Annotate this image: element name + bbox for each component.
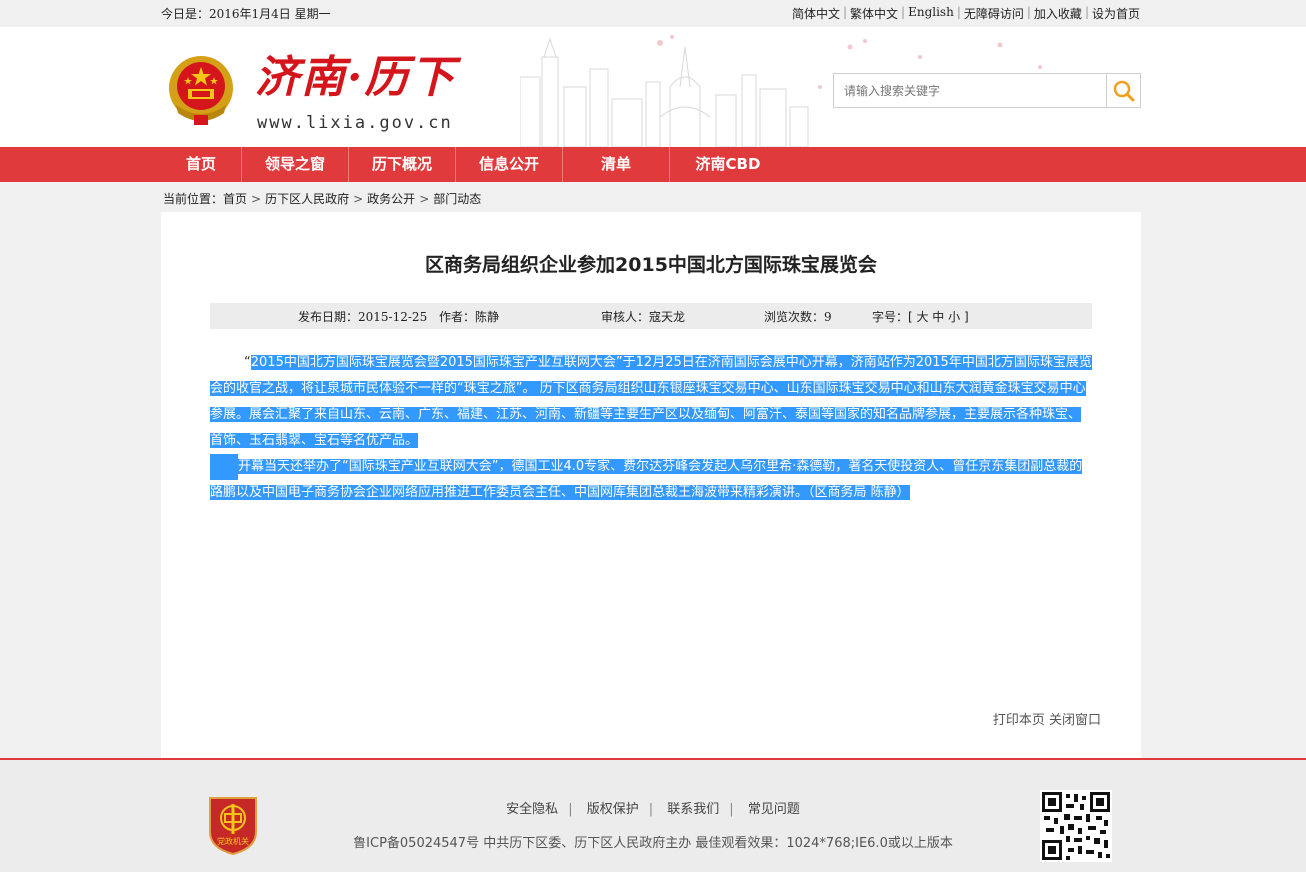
site-logo-url: www.lixia.gov.cn	[257, 113, 453, 133]
search-icon	[1113, 80, 1135, 102]
breadcrumb-label: 当前位置：	[163, 192, 224, 206]
chevron-right-icon: >	[419, 191, 430, 206]
print-page-link[interactable]: 打印本页	[993, 713, 1045, 728]
site-logo-title[interactable]: 济南·历下	[255, 41, 456, 105]
chevron-right-icon: >	[353, 191, 364, 206]
publish-date: 发布日期：2015-12-25	[298, 310, 428, 324]
search-button[interactable]	[1106, 74, 1140, 107]
font-size-control[interactable]: 字号：[ 大 中 小 ]	[872, 308, 969, 325]
close-window-link[interactable]: 关闭窗口	[1049, 713, 1101, 728]
national-emblem-icon[interactable]	[166, 53, 236, 127]
chevron-right-icon: >	[251, 191, 262, 206]
nav-item-overview[interactable]: 历下概况	[349, 147, 456, 182]
breadcrumb: 当前位置： 首页 > 历下区人民政府 > 政务公开 > 部门动态	[163, 190, 481, 207]
nav-item-jinan-cbd[interactable]: 济南CBD	[670, 147, 786, 182]
search-input[interactable]	[834, 74, 1106, 107]
footer-link-privacy[interactable]: 安全隐私	[506, 802, 558, 817]
link-traditional-chinese[interactable]: 繁体中文	[850, 5, 898, 22]
nav-item-info-public[interactable]: 信息公开	[456, 147, 563, 182]
top-links: 简体中文 | 繁体中文 | English | 无障碍访问 | 加入收藏 | 设为首页	[791, 5, 1140, 22]
footer-link-faq[interactable]: 常见问题	[748, 802, 800, 817]
nav-item-list[interactable]: 清单	[563, 147, 670, 182]
qr-code-icon	[1040, 790, 1112, 862]
link-add-favorite[interactable]: 加入收藏	[1034, 5, 1082, 22]
top-bar: 今日是：2016年1月4日 星期一 简体中文 | 繁体中文 | English | 无…	[0, 0, 1306, 27]
link-english[interactable]: English	[908, 5, 954, 22]
breadcrumb-home[interactable]: 首页	[223, 190, 247, 207]
footer-link-copyright[interactable]: 版权保护	[587, 802, 639, 817]
search-box	[833, 73, 1141, 108]
site-header: 济南·历下 www.lixia.gov.cn	[0, 27, 1306, 147]
article-actions: 打印本页 关闭窗口	[993, 709, 1101, 728]
article-meta-bar: 发布日期：2015-12-25 作者：陈静 审核人：寇天龙 浏览次数：9 字号：…	[210, 303, 1092, 329]
breadcrumb-gov-affairs[interactable]: 政务公开	[367, 190, 415, 207]
nav-item-home[interactable]: 首页	[161, 147, 242, 182]
main-nav: 首页 领导之窗 历下概况 信息公开 清单 济南CBD	[0, 147, 1306, 182]
article-paragraph-1: “2015中国北方国际珠宝展览会暨2015国际珠宝产业互联网大会”于12月25日…	[210, 355, 1092, 448]
link-simplified-chinese[interactable]: 简体中文	[792, 5, 840, 22]
link-set-homepage[interactable]: 设为首页	[1092, 5, 1140, 22]
breadcrumb-dept-news[interactable]: 部门动态	[433, 190, 481, 207]
article-body: “2015中国北方国际珠宝展览会暨2015国际珠宝产业互联网大会”于12月25日…	[210, 350, 1092, 506]
view-count: 浏览次数：9	[764, 310, 832, 324]
article-paragraph-2: 开幕当天还举办了“国际珠宝产业互联网大会”，德国工业4.0专家、费尔达芬峰会发起…	[210, 454, 1092, 506]
article-card: 区商务局组织企业参加2015中国北方国际珠宝展览会 发布日期：2015-12-2…	[161, 212, 1141, 758]
current-date: 今日是：2016年1月4日 星期一	[161, 7, 331, 21]
breadcrumb-district-gov[interactable]: 历下区人民政府	[265, 190, 349, 207]
nav-item-leaders[interactable]: 领导之窗	[242, 147, 349, 182]
link-accessibility[interactable]: 无障碍访问	[964, 5, 1024, 22]
footer-link-contact[interactable]: 联系我们	[667, 802, 719, 817]
site-footer: 党政机关 安全隐私 | 版权保护 | 联系我们 | 常见问题 鲁ICP备0502454…	[0, 758, 1306, 872]
article-author: 作者：陈静	[439, 310, 500, 324]
article-title: 区商务局组织企业参加2015中国北方国际珠宝展览会	[425, 254, 877, 276]
article-reviewer: 审核人：寇天龙	[601, 310, 686, 324]
